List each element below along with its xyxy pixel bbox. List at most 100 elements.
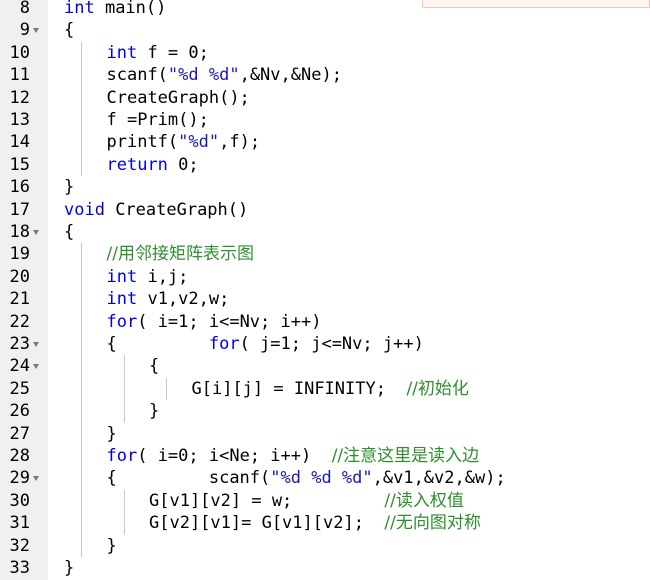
code-text: f =Prim(); — [107, 109, 209, 131]
code-text: } — [64, 176, 74, 198]
code-token: } — [149, 401, 160, 422]
line-number: 20 — [9, 266, 30, 287]
code-line[interactable]: 19 //用邻接矩阵表示图 — [0, 243, 650, 265]
code-line[interactable]: 14 printf("%d",f); — [0, 131, 650, 153]
string-token: "%d %d %d" — [270, 468, 373, 489]
code-text: } — [107, 535, 117, 557]
code-token: scanf( — [106, 65, 168, 86]
code-line[interactable]: 10 int f = 0; — [0, 42, 650, 64]
keyword-token: for — [106, 446, 138, 466]
code-line[interactable]: 21 int v1,v2,w; — [0, 288, 650, 310]
line-number: 31 — [9, 513, 30, 534]
code-token: CreateGraph() — [104, 199, 249, 220]
code-line[interactable]: 23 { for( j=1; j<=Nv; j++) — [0, 333, 650, 355]
code-line[interactable]: 22 for( i=1; i<=Nv; i++) — [0, 311, 650, 333]
line-number: 16 — [9, 177, 30, 198]
code-editor[interactable]: 8 int main() 9{10 int f = 0; 11 scanf("%d %d"… — [0, 0, 650, 580]
code-line[interactable]: 9{ — [0, 19, 650, 41]
code-token: { — [149, 356, 160, 377]
code-token: G[v1][v2] = w; — [149, 490, 385, 511]
code-line[interactable]: 13 f =Prim(); — [0, 109, 650, 131]
code-line[interactable]: 15 return 0; — [0, 154, 650, 176]
code-token: printf( — [106, 132, 179, 153]
code-text: { — [64, 19, 74, 41]
indent-guide — [81, 243, 83, 557]
string-token: "%d %d" — [167, 65, 240, 86]
line-number: 14 — [9, 132, 30, 153]
code-line[interactable]: 17 void CreateGraph() — [0, 199, 650, 221]
keyword-token: return — [106, 154, 168, 175]
code-token: } — [106, 535, 117, 556]
keyword-token: for — [208, 334, 240, 354]
code-text: G[v2][v1]= G[v1][v2]; //无向图对称 — [149, 512, 481, 534]
fold-toggle-icon[interactable] — [33, 342, 39, 347]
code-text: printf("%d",f); — [107, 131, 261, 153]
fold-toggle-icon[interactable] — [33, 364, 39, 370]
code-line[interactable]: 32} — [0, 535, 650, 557]
fold-toggle-icon[interactable] — [33, 230, 39, 235]
code-line[interactable]: 25 G[i][j] = INFINITY; //初始化 — [0, 378, 650, 400]
code-token: ; — [188, 154, 199, 175]
code-text: int f = 0; — [107, 42, 209, 64]
code-line[interactable]: 30 G[v1][v2] = w; //读入权值 — [0, 490, 650, 512]
code-line[interactable]: 28 for( i=0; i<Ne; i++) //注意这里是读入边 — [0, 445, 650, 467]
code-token: main() — [94, 0, 167, 18]
comment-token: //注意这里是读入边 — [331, 446, 480, 466]
fold-toggle-icon[interactable] — [33, 476, 39, 482]
line-number: 22 — [9, 311, 30, 332]
line-number: 32 — [9, 535, 30, 556]
code-token: { — [106, 334, 209, 354]
code-line[interactable]: 20 int i,j; — [0, 266, 650, 288]
line-number: 8 — [19, 0, 30, 18]
line-number: 13 — [9, 110, 30, 130]
code-text: int main() — [64, 0, 166, 19]
code-text: } — [107, 423, 117, 445]
code-token: G[v2][v1]= G[v1][v2]; — [149, 513, 385, 534]
code-line[interactable]: 11 scanf("%d %d",&Nv,&Ne); — [0, 64, 650, 86]
line-number: 28 — [9, 446, 30, 466]
fold-toggle-icon[interactable] — [33, 28, 39, 34]
code-text: { — [64, 221, 74, 243]
line-number: 12 — [9, 87, 30, 108]
line-number: 24 — [9, 356, 30, 377]
line-number: 27 — [9, 423, 30, 444]
code-token: f = — [137, 42, 189, 63]
code-text: for( i=1; i<=Nv; i++) — [107, 311, 322, 333]
code-token: } — [106, 423, 117, 444]
code-line[interactable]: 8 int main() — [0, 0, 650, 19]
code-token: 0 — [188, 42, 199, 63]
line-number: 29 — [9, 468, 30, 489]
code-token: { — [64, 222, 75, 242]
code-token: ( i=0; i<Ne; i++) — [137, 446, 332, 466]
line-number: 11 — [9, 65, 30, 86]
code-text: { — [149, 355, 159, 377]
code-line[interactable]: 12 CreateGraph(); — [0, 87, 650, 109]
code-line[interactable]: 27} — [0, 423, 650, 445]
comment-token: //读入权值 — [384, 490, 464, 511]
indent-guide — [166, 377, 168, 401]
code-text: int v1,v2,w; — [107, 288, 230, 310]
code-line[interactable]: 31 G[v2][v1]= G[v1][v2]; //无向图对称 — [0, 512, 650, 534]
code-text: G[v1][v2] = w; //读入权值 — [149, 490, 464, 512]
code-line[interactable]: 29 { scanf("%d %d %d",&v1,&v2,&w); — [0, 467, 650, 489]
indent-guide — [123, 489, 125, 535]
code-text: CreateGraph(); — [107, 87, 250, 109]
code-token: ( i=1; i<=Nv; i++) — [137, 311, 322, 332]
code-line[interactable]: 26} — [0, 400, 650, 422]
code-token: ,&v1,&v2,&w); — [372, 468, 506, 489]
code-text: { scanf("%d %d %d",&v1,&v2,&w); — [107, 467, 506, 489]
code-token: i,j; — [137, 266, 189, 287]
code-line[interactable]: 16} — [0, 176, 650, 198]
code-token: 0 — [178, 154, 189, 175]
code-text: void CreateGraph() — [64, 199, 248, 221]
code-token: { — [64, 20, 75, 41]
line-number: 15 — [9, 154, 30, 175]
code-token: { scanf( — [106, 468, 271, 489]
code-line[interactable]: 33} — [0, 557, 650, 579]
code-line[interactable]: 18 { — [0, 221, 650, 243]
line-number: 18 — [9, 222, 30, 242]
code-token: ,&Nv,&Ne); — [239, 65, 342, 86]
code-line[interactable]: 24 { — [0, 355, 650, 377]
code-text: return 0; — [107, 154, 199, 176]
